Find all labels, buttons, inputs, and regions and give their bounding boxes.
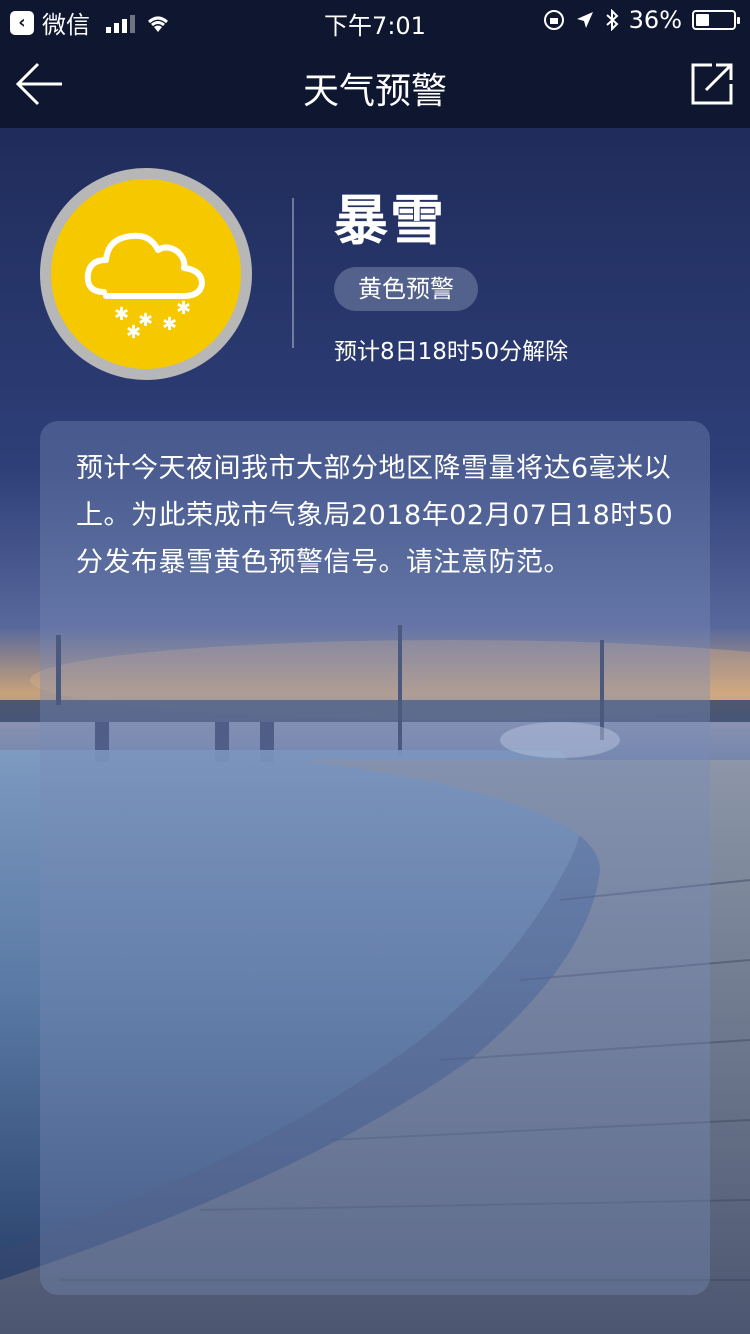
battery-fill [696, 14, 709, 26]
battery-icon [692, 10, 740, 30]
svg-text:✱: ✱ [162, 314, 177, 335]
alert-badge: ✱ ✱ ✱ ✱ ✱ [40, 168, 252, 380]
header-divider [292, 198, 294, 348]
alert-expiry: 预计8日18时50分解除 [334, 339, 569, 365]
alert-type: 暴雪 [334, 189, 446, 252]
page-title: 天气预警 [302, 71, 447, 112]
svg-text:✱: ✱ [176, 298, 191, 319]
alert-detail-text: 预计今天夜间我市大部分地区降雪量将达6毫米以上。为此荣成市气象局2018年02月… [76, 453, 674, 578]
location-icon [576, 12, 593, 28]
alert-detail-card: 预计今天夜间我市大部分地区降雪量将达6毫米以上。为此荣成市气象局2018年02月… [40, 421, 710, 1295]
rotation-lock-icon [543, 10, 564, 30]
status-bar: ‹ 微信 下午7:01 36% [0, 0, 750, 40]
svg-text:✱: ✱ [126, 322, 141, 343]
alert-header: ✱ ✱ ✱ ✱ ✱ 暴雪 黄色预警 预计8日18时50分解除 [0, 128, 750, 398]
status-right: 36% [543, 6, 740, 34]
share-icon[interactable] [690, 62, 734, 106]
snow-cloud-icon: ✱ ✱ ✱ ✱ ✱ [84, 232, 205, 343]
alert-level-badge: 黄色预警 [334, 267, 478, 311]
nav-bar: 天气预警 [0, 40, 750, 128]
battery-percent: 36% [628, 6, 682, 34]
bluetooth-icon [605, 9, 619, 31]
alert-badge-inner: ✱ ✱ ✱ ✱ ✱ [51, 179, 241, 369]
